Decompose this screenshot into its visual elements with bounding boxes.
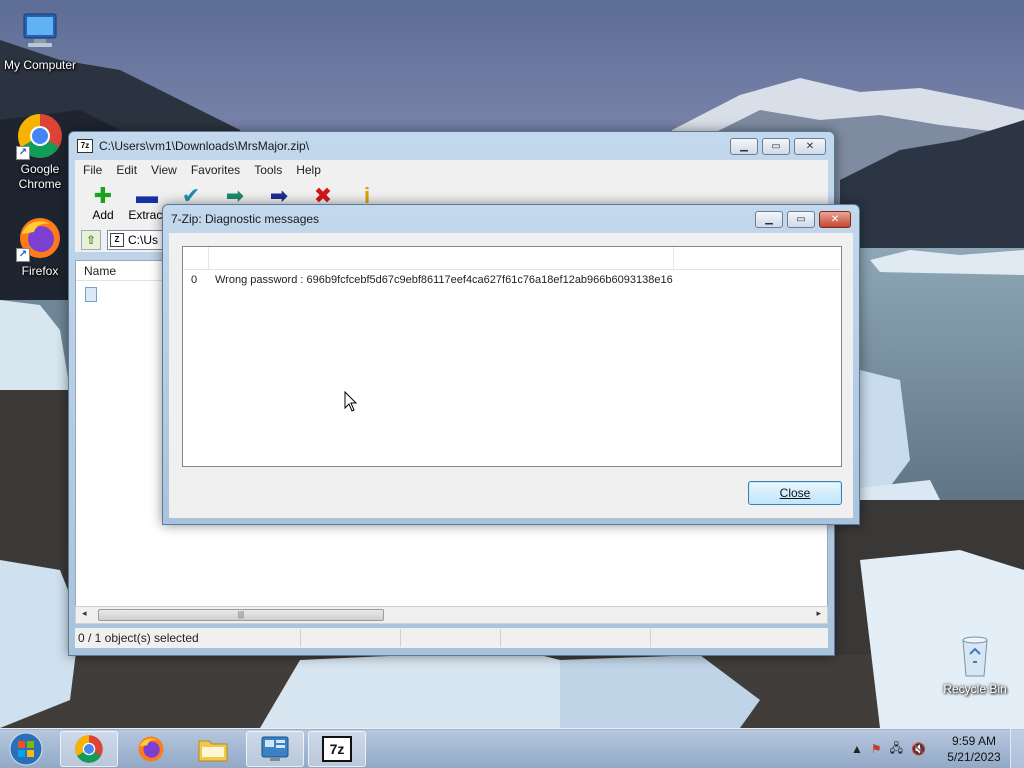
desktop-icon-label: Google Chrome (18, 162, 62, 191)
message-list[interactable]: 0 Wrong password : 696b9fcfcebf5d67c9ebf… (182, 246, 842, 467)
menu-view[interactable]: View (151, 163, 177, 177)
status-segment (401, 629, 501, 647)
message-list-header (183, 247, 841, 270)
start-button[interactable] (6, 731, 46, 767)
firefox-icon: ↗ (16, 214, 64, 262)
menu-file[interactable]: File (83, 163, 102, 177)
plus-icon: ✚ (93, 183, 113, 208)
column-divider[interactable] (183, 247, 209, 269)
file-icon[interactable] (85, 287, 97, 302)
7zip-icon: 7z (322, 736, 352, 762)
maximize-button[interactable]: ▭ (762, 138, 790, 155)
scroll-left-icon[interactable]: ◂ (82, 608, 87, 619)
close-button[interactable]: Close (748, 481, 842, 505)
menu-favorites[interactable]: Favorites (191, 163, 240, 177)
firefox-icon (138, 736, 164, 762)
minimize-button[interactable]: ▁ (730, 138, 758, 155)
recycle-bin-icon (951, 632, 999, 680)
close-button-label: Close (779, 486, 811, 500)
shortcut-arrow-icon: ↗ (16, 248, 30, 262)
menu-edit[interactable]: Edit (116, 163, 137, 177)
desktop-icon-label: My Computer (3, 58, 77, 72)
shortcut-arrow-icon: ↗ (16, 146, 30, 160)
column-divider[interactable] (209, 247, 674, 269)
menu-tools[interactable]: Tools (254, 163, 282, 177)
desktop-icon-my-computer[interactable]: My Computer (0, 8, 80, 73)
message-text: Wrong password : 696b9fcfcebf5d67c9ebf86… (215, 274, 673, 286)
column-header-label: Name (84, 263, 117, 278)
zip-archive-icon: Z (110, 233, 124, 247)
dialog-maximize-button[interactable]: ▭ (787, 211, 815, 228)
taskbar-chrome[interactable] (60, 731, 118, 767)
menu-bar: File Edit View Favorites Tools Help (75, 160, 828, 180)
taskbar-7zip[interactable]: 7z (308, 731, 366, 767)
status-segment (501, 629, 651, 647)
dialog-body: 0 Wrong password : 696b9fcfcebf5d67c9ebf… (169, 233, 853, 518)
chrome-icon: ↗ (16, 112, 64, 160)
control-panel-icon (261, 736, 289, 761)
clock[interactable]: 9:59 AM 5/21/2023 (938, 733, 1010, 765)
chrome-icon (75, 735, 103, 763)
status-selection: 0 / 1 object(s) selected (75, 629, 301, 647)
desktop-icon-label: Recycle Bin (943, 682, 1007, 696)
status-bar: 0 / 1 object(s) selected (75, 628, 828, 648)
network-icon[interactable]: 🖧 (890, 739, 903, 760)
dialog-minimize-button[interactable]: ▁ (755, 211, 783, 228)
volume-muted-icon[interactable]: 🔇 (911, 742, 926, 756)
clock-date: 5/21/2023 (947, 750, 1001, 764)
dialog-close-x-button[interactable]: ✕ (819, 211, 851, 228)
address-field[interactable]: Z C:\Us (107, 230, 167, 250)
scroll-right-icon[interactable]: ▸ (816, 608, 821, 619)
diagnostic-messages-dialog[interactable]: 7-Zip: Diagnostic messages ▁ ▭ ✕ 0 Wrong… (162, 204, 860, 525)
status-segment (301, 629, 401, 647)
dialog-titlebar[interactable]: 7-Zip: Diagnostic messages ▁ ▭ ✕ (163, 205, 859, 233)
message-row[interactable]: 0 Wrong password : 696b9fcfcebf5d67c9ebf… (183, 270, 841, 290)
add-button[interactable]: ✚ Add (81, 180, 125, 228)
mouse-cursor-icon (344, 391, 358, 412)
taskbar: 7z ▲ ⚑ 🖧 🔇 9:59 AM 5/21/2023 (0, 728, 1024, 768)
windows-logo-icon (9, 732, 43, 766)
taskbar-file-explorer[interactable] (184, 731, 242, 767)
menu-help[interactable]: Help (296, 163, 321, 177)
address-text: C:\Us (128, 233, 158, 247)
7zip-app-icon: 7z (77, 139, 93, 153)
taskbar-control-panel[interactable] (246, 731, 304, 767)
main-window-titlebar[interactable]: 7z C:\Users\vm1\Downloads\MrsMajor.zip\ … (69, 132, 834, 160)
scrollbar-thumb[interactable]: ||| (98, 609, 384, 621)
desktop-icon-recycle-bin[interactable]: Recycle Bin (935, 632, 1015, 697)
folder-icon (198, 740, 228, 762)
show-hidden-icons-icon[interactable]: ▲ (851, 742, 863, 756)
dialog-title: 7-Zip: Diagnostic messages (171, 212, 320, 226)
computer-icon (16, 8, 64, 56)
up-folder-icon[interactable]: ⇧ (81, 230, 101, 250)
horizontal-scrollbar[interactable]: ◂ ||| ▸ (75, 606, 828, 624)
add-button-label: Add (92, 208, 114, 222)
main-window-title: C:\Users\vm1\Downloads\MrsMajor.zip\ (99, 139, 310, 153)
taskbar-firefox[interactable] (122, 731, 180, 767)
message-index: 0 (191, 274, 198, 286)
close-window-button[interactable]: ✕ (794, 138, 826, 155)
system-tray: ▲ ⚑ 🖧 🔇 9:59 AM 5/21/2023 (851, 729, 1024, 768)
clock-time: 9:59 AM (951, 734, 997, 748)
show-desktop-button[interactable] (1010, 729, 1024, 768)
action-center-flag-icon[interactable]: ⚑ (871, 742, 882, 756)
